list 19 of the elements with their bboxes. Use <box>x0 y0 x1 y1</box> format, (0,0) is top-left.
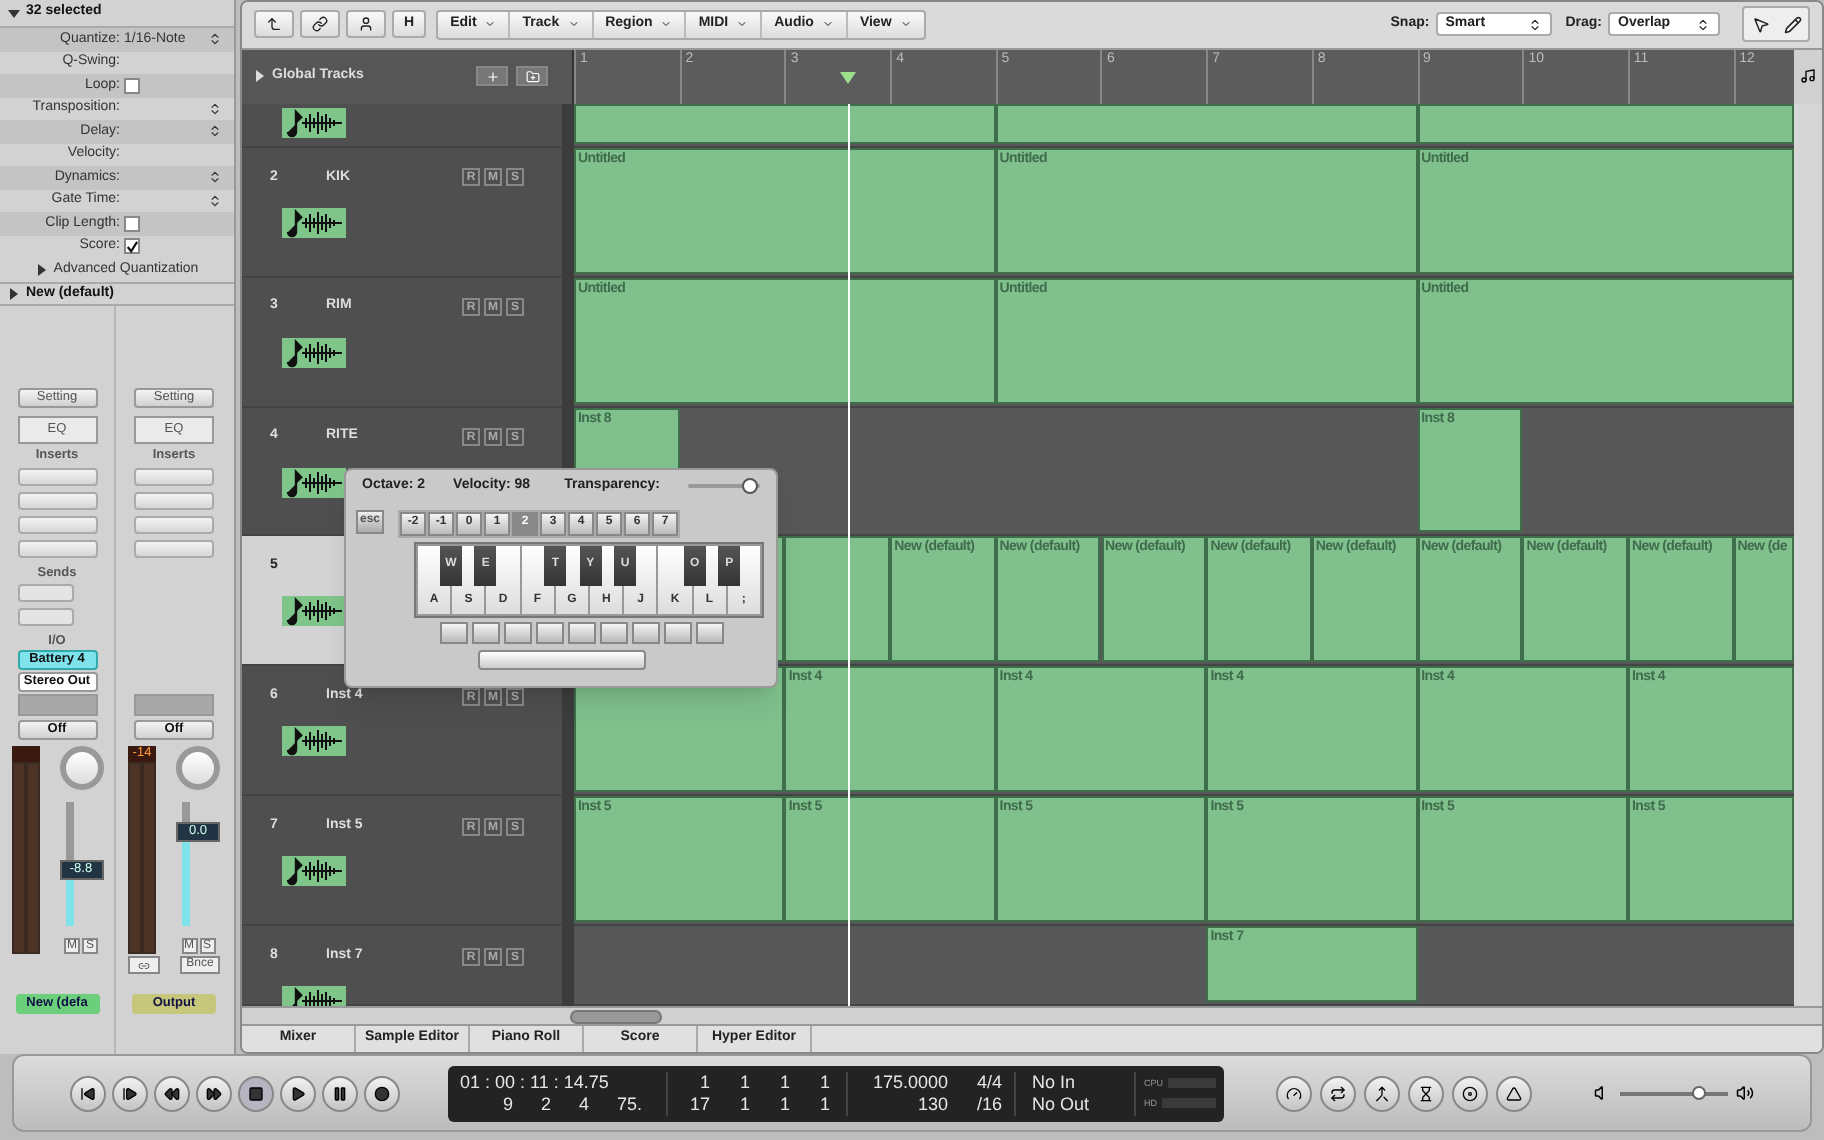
division-value: /16 <box>976 1093 1002 1115</box>
end-digit: 1 <box>737 1093 750 1115</box>
bar-position: 2 <box>540 1093 551 1115</box>
tempo-value: 130 <box>917 1093 948 1115</box>
position-digit: 1 <box>817 1071 830 1093</box>
position-digit: 1 <box>697 1071 710 1093</box>
midi-in-status: No In <box>1032 1071 1078 1093</box>
time-signature: 4/4 <box>976 1071 1002 1093</box>
bar-position: 4 <box>578 1093 589 1115</box>
tempo-value: 175.0000 <box>872 1071 948 1093</box>
smpte-time: 01 : 00 : 11 : 14.75 <box>460 1071 611 1093</box>
bar-position: 9 <box>502 1093 513 1115</box>
position-digit: 1 <box>777 1071 790 1093</box>
end-digit: 1 <box>817 1093 830 1115</box>
midi-out-status: No Out <box>1032 1093 1092 1115</box>
end-digit: 1 <box>777 1093 790 1115</box>
bar-position: 75. <box>616 1093 642 1115</box>
position-digit: 1 <box>737 1071 750 1093</box>
end-digit: 17 <box>690 1093 710 1115</box>
